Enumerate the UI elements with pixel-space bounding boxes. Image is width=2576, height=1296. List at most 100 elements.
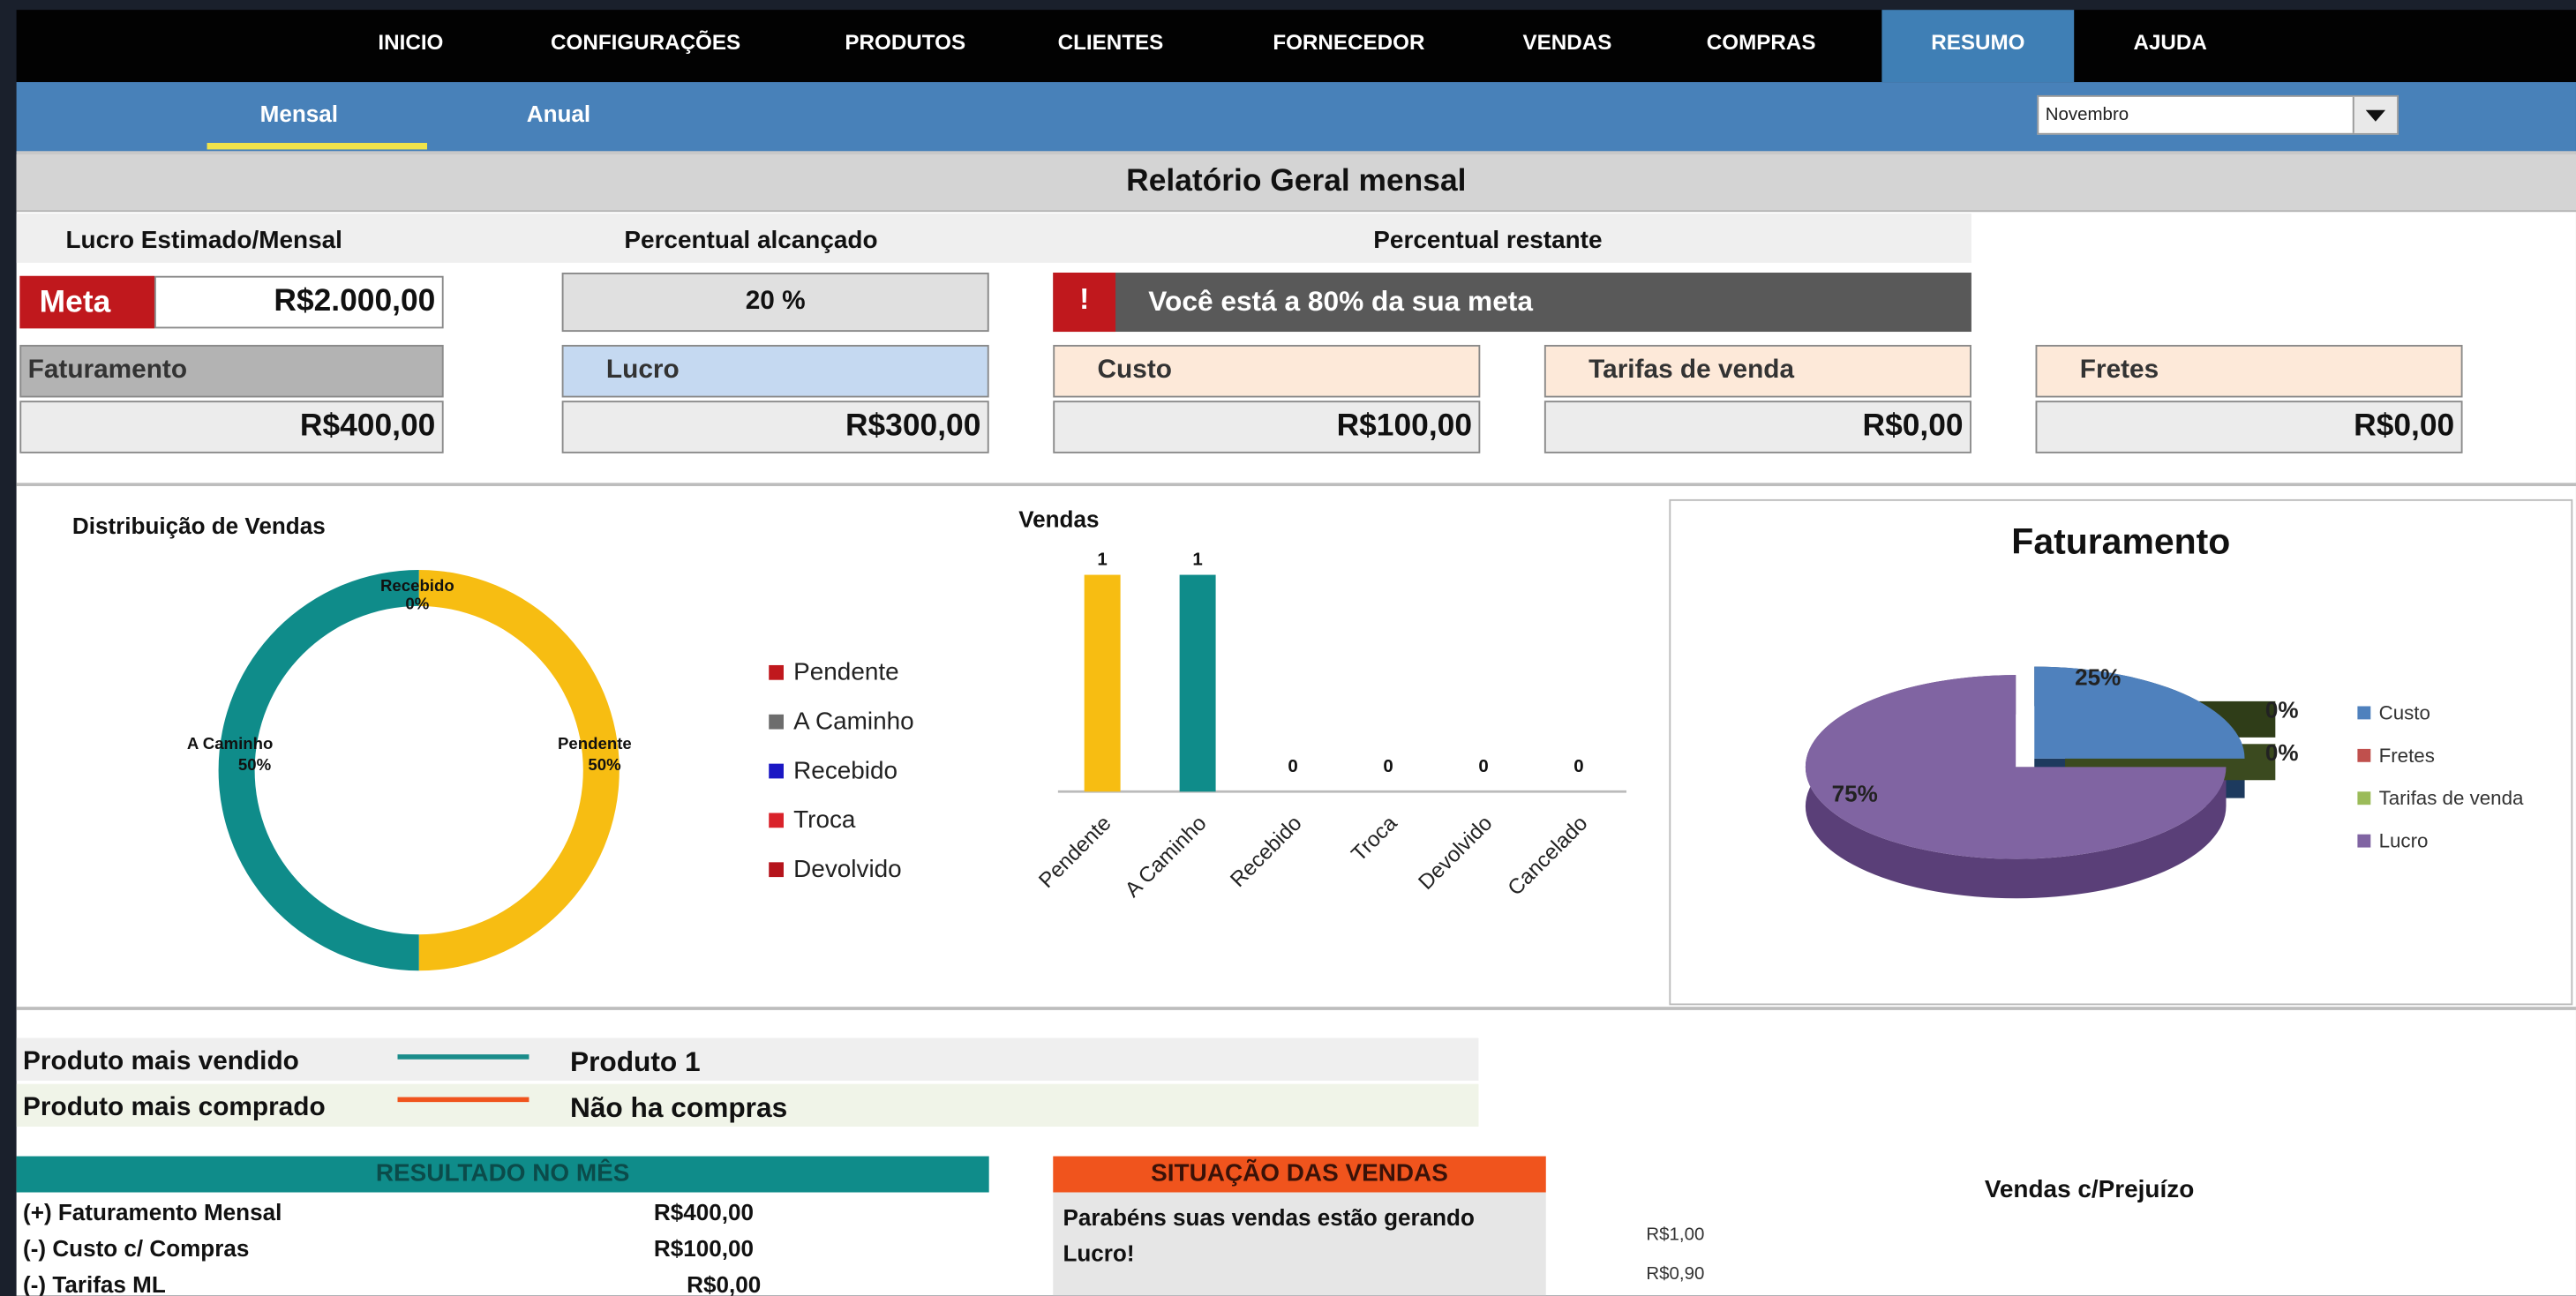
faturamento-pie-chart: 25% 0% 0% 75% Custo Fretes Tarifas de venda Luc… (1805, 663, 2524, 899)
page-title: Relatório Geral mensal (16, 154, 2576, 213)
arrow-right-icon (397, 1097, 529, 1103)
donut-label-pendente-pct: 50% (588, 755, 621, 774)
donut-slices (218, 569, 620, 971)
nav-item-compras[interactable]: COMPRAS (1707, 10, 1816, 82)
nav-item-configuracoes[interactable]: CONFIGURAÇÕES (551, 10, 740, 82)
bar-data-label: 0 (1478, 756, 1488, 776)
prejuizo-chart-title: Vendas c/Prejuízo (1984, 1175, 2195, 1204)
legend-label: Fretes (2379, 745, 2435, 767)
section-divider (16, 1007, 2576, 1010)
lucro-estimado-label: Lucro Estimado/Mensal (65, 226, 342, 255)
bar-data-label: 0 (1288, 756, 1297, 776)
prejuizo-ytick: R$0,90 (1646, 1264, 1705, 1285)
nav-item-resumo[interactable]: RESUMO (1881, 10, 2075, 83)
legend-swatch (769, 714, 784, 730)
prejuizo-ytick: R$1,00 (1646, 1225, 1705, 1246)
donut-label-acaminho-pct: 50% (238, 755, 272, 774)
legend-swatch (769, 813, 784, 828)
nav-item-produtos[interactable]: PRODUTOS (845, 10, 965, 82)
top-nav-bar: INICIO CONFIGURAÇÕES PRODUTOS CLIENTES F… (16, 10, 2576, 83)
arrow-right-icon (397, 1054, 529, 1060)
kpi-custo-label: Custo (1053, 344, 1481, 398)
pie-data-label: 25% (2075, 663, 2121, 690)
legend-swatch (2357, 834, 2371, 848)
pie-data-label: 75% (1832, 780, 1878, 806)
donut-chart: Recebido 0% A Caminho 50% Pendente 50% P… (187, 569, 914, 971)
month-select[interactable]: Novembro (2037, 94, 2399, 135)
chevron-down-icon[interactable] (2352, 96, 2398, 133)
legend-label: Lucro (2379, 830, 2429, 852)
donut-legend: Pendente A Caminho Recebido Troca Devolvido (769, 658, 914, 882)
active-tab-indicator (207, 142, 428, 150)
kpi-faturamento-value: R$400,00 (19, 401, 444, 453)
legend-label: Devolvido (793, 855, 902, 882)
alert-icon: ! (1053, 273, 1116, 333)
legend-swatch (2357, 791, 2371, 805)
bar-chart-title: Vendas (1018, 506, 1100, 533)
resultado-row-label: (-) Tarifas ML (23, 1270, 166, 1296)
bar-tick-label: A Caminho (1121, 812, 1212, 903)
resultado-row-value: R$0,00 (687, 1270, 762, 1296)
kpi-lucro-label: Lucro (561, 344, 989, 398)
bar-tick-label: Cancelado (1504, 812, 1593, 901)
kpi-fretes-label: Fretes (2035, 344, 2463, 398)
donut-label-recebido-name: Recebido (380, 576, 454, 595)
produto-comprado-label: Produto mais comprado (23, 1093, 326, 1122)
tab-anual[interactable]: Anual (527, 101, 590, 127)
situacao-box: Parabéns suas vendas estão gerando Lucro… (1053, 1192, 1546, 1296)
bar-tick-label: Devolvido (1414, 812, 1497, 895)
bar-data-label: 1 (1192, 549, 1202, 569)
bar-pendente (1084, 574, 1121, 792)
legend-swatch (769, 664, 784, 680)
nav-item-clientes[interactable]: CLIENTES (1058, 10, 1164, 82)
pie-data-label: 0% (2265, 697, 2299, 723)
resultado-row-value: R$400,00 (653, 1198, 754, 1225)
bar-data-label: 0 (1573, 756, 1583, 776)
resultado-row-label: (+) Faturamento Mensal (23, 1198, 282, 1225)
situacao-title: SITUAÇÃO DAS VENDAS (1053, 1156, 1546, 1193)
legend-label: Custo (2379, 701, 2430, 723)
legend-label: Recebido (793, 756, 897, 783)
kpi-lucro-value: R$300,00 (561, 401, 989, 453)
alert-box: ! Você está a 80% da sua meta (1053, 273, 1971, 333)
donut-label-acaminho-name: A Caminho (187, 734, 274, 753)
faturamento-chart-title: Faturamento (2011, 521, 2231, 562)
meta-badge: Meta (19, 275, 154, 329)
nav-item-vendas[interactable]: VENDAS (1523, 10, 1612, 82)
legend-label: Tarifas de venda (2379, 787, 2524, 809)
month-select-value: Novembro (2045, 105, 2129, 125)
legend-label: Troca (793, 805, 856, 833)
nav-item-fornecedor[interactable]: FORNECEDOR (1273, 10, 1424, 82)
legend-label: Pendente (793, 658, 898, 685)
bar-data-label: 1 (1097, 549, 1107, 569)
section-divider (16, 483, 2576, 487)
produto-comprado-value: Não ha compras (569, 1091, 788, 1124)
nav-item-ajuda[interactable]: AJUDA (2133, 10, 2206, 82)
bar-data-label: 0 (1383, 756, 1393, 776)
kpi-tarifas-label: Tarifas de venda (1543, 344, 1971, 398)
legend-swatch (769, 862, 784, 878)
donut-label-recebido-pct: 0% (405, 595, 429, 613)
produto-vendido-label: Produto mais vendido (23, 1047, 299, 1076)
kpi-faturamento-label: Faturamento (19, 344, 444, 398)
bar-tick-label: Recebido (1226, 812, 1306, 892)
bar-chart-marks: 1 Pendente 1 A Caminho 0 Recebido 0 Troca 0 Devol… (1034, 549, 1626, 902)
legend-label: A Caminho (793, 708, 914, 735)
donut-chart-title: Distribuição de Vendas (71, 512, 326, 539)
donut-label-pendente-name: Pendente (558, 734, 632, 753)
faturamento-pie-marks: 25% 0% 0% 75% Custo Fretes Tarifas de venda Luc… (1805, 663, 2524, 899)
resultado-row-value: R$100,00 (653, 1234, 754, 1262)
kpi-custo-value: R$100,00 (1053, 401, 1481, 453)
tab-mensal[interactable]: Mensal (260, 101, 338, 127)
bar-tick-label: Pendente (1034, 812, 1115, 893)
bar-chart: 1 Pendente 1 A Caminho 0 Recebido 0 Troca 0 Devol… (1034, 549, 1626, 902)
percentual-alcancado-label: Percentual alcançado (624, 226, 878, 255)
resultado-row-label: (-) Custo c/ Compras (23, 1234, 250, 1262)
kpi-fretes-value: R$0,00 (2035, 401, 2463, 453)
percentual-restante-label: Percentual restante (1373, 226, 1603, 255)
legend-swatch (769, 763, 784, 779)
nav-item-inicio[interactable]: INICIO (378, 10, 443, 82)
meta-value-field[interactable]: R$2.000,00 (154, 275, 444, 329)
legend-swatch (2357, 706, 2371, 720)
kpi-tarifas-value: R$0,00 (1543, 401, 1971, 453)
